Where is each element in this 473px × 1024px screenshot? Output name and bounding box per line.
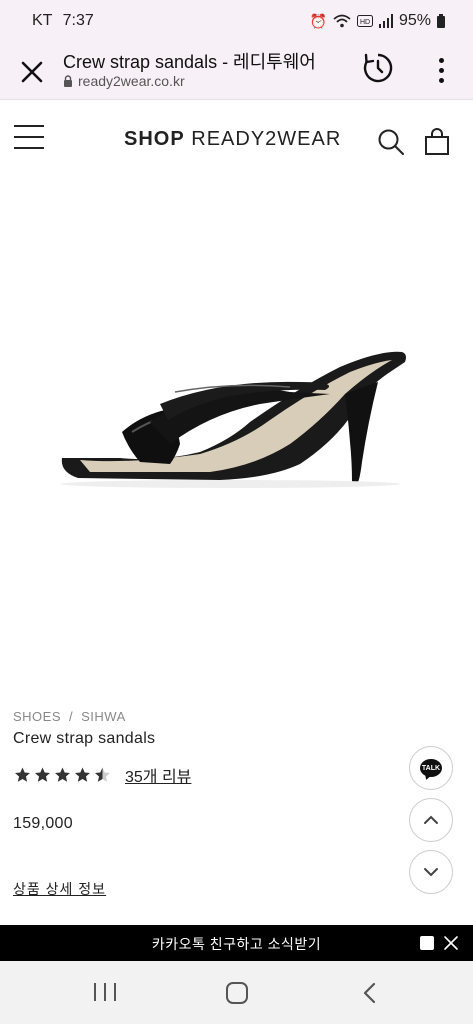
kakao-banner-checkbox[interactable] — [420, 936, 434, 950]
wifi-icon — [333, 14, 351, 28]
site-logo[interactable]: SHOP READY2WEAR — [124, 128, 341, 151]
kakao-talk-button[interactable]: TALK — [409, 746, 453, 790]
chevron-up-icon — [424, 815, 438, 824]
browser-toolbar: Crew strap sandals - 레디투웨어 ready2wear.co… — [0, 44, 473, 100]
menu-dot-icon — [438, 57, 444, 63]
hamburger-line — [14, 136, 44, 138]
product-image[interactable] — [0, 182, 473, 702]
breadcrumb-separator: / — [69, 709, 74, 724]
shopping-bag-button[interactable] — [423, 127, 451, 157]
logo-light-text: READY2WEAR — [191, 128, 342, 150]
close-icon — [21, 61, 43, 83]
page-title: Crew strap sandals - 레디투웨어 — [63, 52, 316, 72]
hamburger-line — [14, 147, 44, 149]
history-icon — [363, 53, 393, 83]
battery-icon — [437, 14, 445, 28]
home-button[interactable] — [226, 982, 248, 1004]
review-count-link[interactable]: 35개 리뷰 — [125, 763, 191, 787]
product-detail-link[interactable]: 상품 상세 정보 — [13, 879, 106, 899]
star-half-icon — [95, 767, 110, 782]
product-price: 159,000 — [13, 815, 73, 832]
svg-text:HD: HD — [360, 19, 370, 26]
recent-apps-icon — [104, 983, 106, 1001]
hamburger-line — [14, 125, 44, 127]
back-button[interactable] — [360, 981, 380, 1005]
battery-label: 95% — [398, 12, 431, 29]
kakao-banner-text[interactable]: 카카오톡 친구하고 소식받기 — [0, 934, 473, 954]
breadcrumb: SHOES / SIHWA — [13, 709, 126, 724]
recent-apps-icon — [94, 983, 96, 1001]
recent-apps-button[interactable] — [94, 983, 116, 1003]
status-right: ⏰ HD 95% — [310, 12, 445, 30]
breadcrumb-item[interactable]: SIHWA — [81, 709, 126, 724]
browser-menu-button[interactable] — [428, 52, 454, 88]
kakao-banner-close-button[interactable] — [442, 934, 460, 952]
system-nav-bar — [0, 961, 473, 1024]
status-bar: KT 7:37 ⏰ HD 95% — [0, 0, 473, 44]
star-full-icon — [35, 767, 50, 782]
page-url[interactable]: ready2wear.co.kr — [63, 73, 185, 89]
menu-dot-icon — [438, 67, 444, 73]
lock-icon — [64, 75, 72, 87]
chevron-down-icon — [424, 868, 438, 877]
clock-label: 7:37 — [62, 12, 94, 29]
hamburger-menu-button[interactable] — [14, 125, 44, 151]
sandal-illustration — [60, 351, 407, 488]
shopping-bag-icon — [425, 128, 449, 155]
rating-row: 35개 리뷰 — [13, 763, 191, 787]
scroll-top-button[interactable] — [409, 798, 453, 842]
search-icon — [378, 129, 404, 155]
scroll-bottom-button[interactable] — [409, 850, 453, 894]
back-icon — [363, 982, 376, 1004]
logo-bold-text: SHOP — [124, 128, 185, 150]
product-name: Crew strap sandals — [13, 730, 156, 747]
site-header: SHOP READY2WEAR — [0, 100, 473, 182]
hd-icon: HD — [356, 15, 373, 27]
star-full-icon — [55, 767, 70, 782]
alarm-icon: ⏰ — [309, 12, 327, 29]
talk-bubble-icon: TALK — [420, 759, 442, 777]
close-tab-button[interactable] — [14, 54, 50, 90]
talk-label: TALK — [421, 764, 441, 772]
star-full-icon — [15, 767, 30, 782]
recent-apps-icon — [114, 983, 116, 1001]
history-button[interactable] — [360, 50, 396, 86]
signal-icon — [378, 14, 393, 28]
carrier-label: KT — [32, 12, 53, 29]
menu-dot-icon — [438, 77, 444, 83]
status-left: KT 7:37 — [32, 12, 94, 30]
search-button[interactable] — [376, 127, 406, 157]
kakao-banner[interactable]: 카카오톡 친구하고 소식받기 — [0, 925, 473, 961]
star-full-icon — [75, 767, 90, 782]
star-rating — [13, 766, 113, 784]
url-text: ready2wear.co.kr — [78, 73, 185, 89]
close-icon — [444, 936, 458, 950]
breadcrumb-item[interactable]: SHOES — [13, 709, 61, 724]
